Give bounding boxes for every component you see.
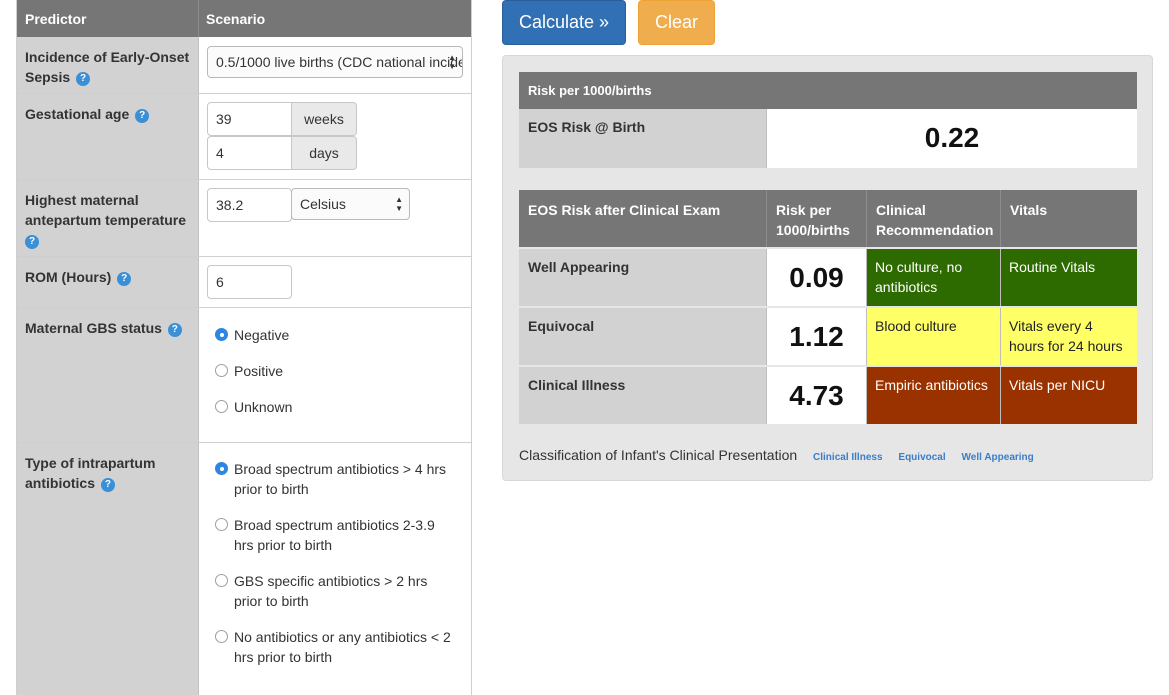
- gbs-option-negative[interactable]: Negative: [215, 325, 456, 345]
- help-icon[interactable]: ?: [135, 109, 150, 123]
- antibiotics-row: Type of intrapartum antibiotics ? Broad …: [17, 443, 471, 695]
- radio-icon: [215, 518, 228, 531]
- row-vitals: Routine Vitals: [1001, 249, 1137, 306]
- radio-selected-icon: [215, 462, 228, 475]
- weeks-addon: weeks: [292, 102, 357, 136]
- antibiotics-option-gbs-specific[interactable]: GBS specific antibiotics > 2 hrs prior t…: [215, 571, 456, 611]
- row-label: Equivocal: [519, 308, 767, 365]
- incidence-label: Incidence of Early-Onset Sepsis ?: [17, 37, 199, 93]
- results-panel: Risk per 1000/births EOS Risk @ Birth 0.…: [502, 55, 1153, 481]
- temperature-label: Highest maternal antepartum temperature …: [17, 180, 199, 256]
- col-header-exam: EOS Risk after Clinical Exam: [519, 190, 767, 247]
- classification-legend: Classification of Infant's Clinical Pres…: [519, 447, 1034, 463]
- table-row: Clinical Illness 4.73 Empiric antibiotic…: [519, 365, 1137, 424]
- risk-at-birth-row: EOS Risk @ Birth 0.22: [519, 109, 1137, 168]
- scenario-header: Scenario: [206, 11, 266, 27]
- col-header-risk: Risk per 1000/births: [767, 190, 867, 247]
- radio-icon: [215, 364, 228, 377]
- antibiotics-option-broad-2-3-9hrs[interactable]: Broad spectrum antibiotics 2-3.9 hrs pri…: [215, 515, 456, 555]
- gbs-option-unknown[interactable]: Unknown: [215, 397, 456, 417]
- gbs-label: Maternal GBS status ?: [17, 308, 199, 442]
- temperature-input[interactable]: 38.2: [207, 188, 292, 222]
- col-header-recommendation: Clinical Recommendation: [867, 190, 1001, 247]
- row-label: Clinical Illness: [519, 367, 767, 424]
- rom-row: ROM (Hours) ? 6: [17, 257, 471, 308]
- legend-link-well-appearing[interactable]: Well Appearing: [962, 452, 1034, 463]
- row-risk-value: 1.12: [767, 308, 867, 365]
- incidence-row: Incidence of Early-Onset Sepsis ? 0.5/10…: [17, 37, 471, 94]
- help-icon[interactable]: ?: [100, 478, 115, 492]
- help-icon[interactable]: ?: [25, 235, 39, 249]
- predictor-header: Predictor: [17, 0, 199, 37]
- radio-icon: [215, 574, 228, 587]
- calculate-button[interactable]: Calculate »: [502, 0, 626, 45]
- gestational-age-label: Gestational age ?: [17, 94, 199, 179]
- row-risk-value: 4.73: [767, 367, 867, 424]
- risk-at-birth-label: EOS Risk @ Birth: [519, 109, 767, 168]
- antibiotics-label: Type of intrapartum antibiotics ?: [17, 443, 199, 695]
- temperature-unit-select[interactable]: Celsius ▲ ▼: [291, 188, 410, 220]
- predictor-form: Predictor Scenario Incidence of Early-On…: [16, 0, 472, 695]
- select-arrows-icon: ▲ ▼: [395, 195, 403, 213]
- risk-after-exam-table: EOS Risk after Clinical Exam Risk per 10…: [519, 190, 1137, 424]
- gbs-row: Maternal GBS status ? Negative Positive …: [17, 308, 471, 443]
- risk-at-birth-value: 0.22: [767, 109, 1137, 168]
- col-header-vitals: Vitals: [1010, 202, 1048, 218]
- help-icon[interactable]: ?: [76, 72, 91, 86]
- row-vitals: Vitals per NICU: [1001, 367, 1137, 424]
- table-row: Well Appearing 0.09 No culture, no antib…: [519, 247, 1137, 306]
- row-recommendation: Empiric antibiotics: [867, 367, 1001, 424]
- row-recommendation: Blood culture: [867, 308, 1001, 365]
- risk-after-exam-header: EOS Risk after Clinical Exam Risk per 10…: [519, 190, 1137, 247]
- antibiotics-option-none[interactable]: No antibiotics or any antibiotics < 2 hr…: [215, 627, 456, 667]
- rom-input[interactable]: 6: [207, 265, 292, 299]
- form-header: Predictor Scenario: [17, 0, 471, 37]
- clear-button[interactable]: Clear: [638, 0, 715, 45]
- gbs-option-positive[interactable]: Positive: [215, 361, 456, 381]
- radio-selected-icon: [215, 328, 228, 341]
- select-arrows-icon: ▲ ▼: [448, 53, 456, 71]
- rom-label: ROM (Hours) ?: [17, 257, 199, 307]
- radio-icon: [215, 400, 228, 413]
- gestational-days-input[interactable]: 4: [207, 136, 292, 170]
- antibiotics-option-broad-4hrs[interactable]: Broad spectrum antibiotics > 4 hrs prior…: [215, 459, 456, 499]
- row-label: Well Appearing: [519, 249, 767, 306]
- incidence-select[interactable]: 0.5/1000 live births (CDC national incid…: [207, 46, 463, 78]
- days-addon: days: [292, 136, 357, 170]
- help-icon[interactable]: ?: [117, 272, 132, 286]
- row-risk-value: 0.09: [767, 249, 867, 306]
- table-row: Equivocal 1.12 Blood culture Vitals ever…: [519, 306, 1137, 365]
- risk-at-birth-table: Risk per 1000/births EOS Risk @ Birth 0.…: [519, 72, 1137, 168]
- row-vitals: Vitals every 4 hours for 24 hours: [1001, 308, 1137, 365]
- radio-icon: [215, 630, 228, 643]
- row-recommendation: No culture, no antibiotics: [867, 249, 1001, 306]
- help-icon[interactable]: ?: [167, 323, 182, 337]
- gestational-age-row: Gestational age ? 39 weeks 4 days: [17, 94, 471, 180]
- risk-at-birth-header: Risk per 1000/births: [519, 72, 1137, 109]
- legend-link-clinical-illness[interactable]: Clinical Illness: [813, 452, 882, 463]
- temperature-row: Highest maternal antepartum temperature …: [17, 180, 471, 257]
- classification-text: Classification of Infant's Clinical Pres…: [519, 447, 798, 463]
- gestational-weeks-input[interactable]: 39: [207, 102, 292, 136]
- legend-link-equivocal[interactable]: Equivocal: [898, 452, 945, 463]
